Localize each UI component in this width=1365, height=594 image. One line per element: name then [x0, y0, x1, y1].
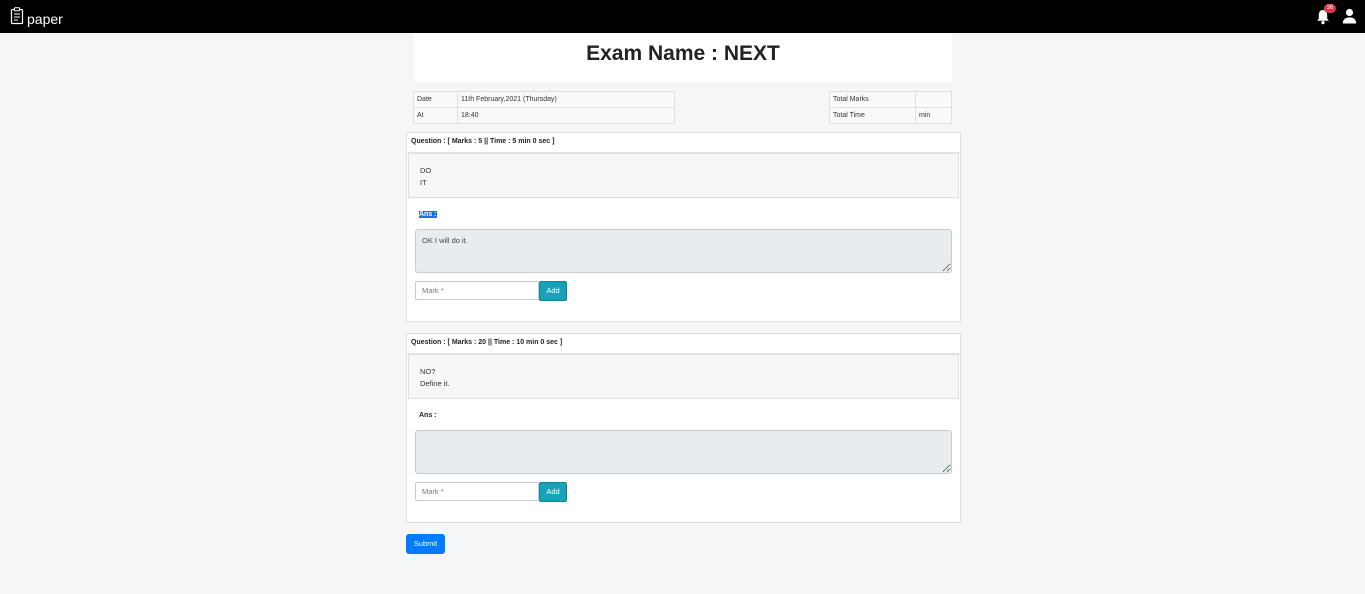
add-mark-button[interactable]: Add [539, 482, 567, 502]
answer-textarea[interactable]: OK I will do it. [415, 229, 952, 273]
paper-logo-icon [10, 7, 24, 30]
notification-count-badge: 36 [1324, 4, 1336, 13]
total-marks-label: Total Marks [829, 91, 916, 108]
table-row: Total Marks [829, 91, 952, 108]
time-value: 18:40 [457, 107, 675, 124]
question-line: NO? [420, 367, 436, 376]
date-value: 11th February,2021 (Thursday) [457, 91, 675, 108]
question-card: Question : [ Marks : 20 || Time : 10 min… [406, 333, 961, 523]
add-mark-button[interactable]: Add [539, 281, 567, 301]
exam-schedule-table: Date 11th February,2021 (Thursday) At 18… [413, 91, 675, 124]
brand-name: paper [27, 10, 63, 27]
user-icon [1342, 8, 1357, 28]
question-line: Define it. [420, 379, 450, 388]
answer-label: Ans : [419, 211, 437, 218]
navbar-actions: 36 [1316, 4, 1357, 25]
answer-textarea[interactable] [415, 430, 952, 474]
exam-title: Exam Name : NEXT [586, 42, 780, 65]
table-row: Total Time min [829, 107, 952, 124]
brand-link[interactable]: paper [10, 7, 63, 30]
question-line: IT [420, 178, 427, 187]
question-text: NO? Define it. [408, 354, 959, 399]
question-card: Question : [ Marks : 5 || Time : 5 min 0… [406, 132, 961, 322]
question-header: Question : [ Marks : 20 || Time : 10 min… [407, 334, 960, 354]
question-text: DO IT [408, 153, 959, 198]
table-row: At 18:40 [413, 107, 675, 124]
total-time-label: Total Time [829, 107, 916, 124]
answer-label: Ans : [419, 412, 437, 419]
exam-totals-table: Total Marks Total Time min [829, 91, 952, 124]
question-line: DO [420, 166, 432, 175]
time-label: At [413, 107, 458, 124]
date-label: Date [413, 91, 458, 108]
total-time-value: min [915, 107, 952, 124]
top-navbar: paper 36 [0, 0, 1365, 33]
exam-header: Exam Name : NEXT [414, 33, 952, 82]
submit-button[interactable]: Submit [406, 534, 445, 554]
mark-input[interactable] [415, 482, 539, 501]
table-row: Date 11th February,2021 (Thursday) [413, 91, 675, 108]
total-marks-value [915, 91, 952, 108]
mark-input[interactable] [415, 281, 539, 300]
question-header: Question : [ Marks : 5 || Time : 5 min 0… [407, 133, 960, 153]
user-menu-button[interactable] [1342, 8, 1357, 24]
notifications-button[interactable]: 36 [1316, 4, 1336, 25]
